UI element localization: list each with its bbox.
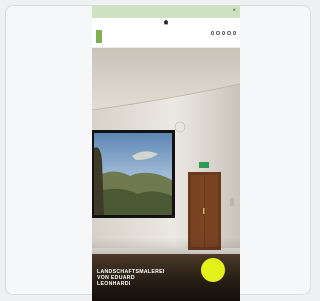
hero-title-line: LEONHARDI	[97, 281, 131, 287]
search-icon[interactable]	[210, 31, 214, 35]
mobile-page-preview: × LANDSCHAFTSMALEREI VON EDUARD LEONHARD…	[92, 5, 240, 301]
notice-banner: ×	[92, 5, 240, 18]
exhibition-badge[interactable]	[201, 258, 225, 282]
site-logo[interactable]	[96, 30, 120, 43]
site-header	[92, 27, 240, 48]
close-icon[interactable]: ×	[232, 7, 236, 15]
utility-icons	[210, 31, 236, 35]
globe-icon[interactable]	[227, 31, 231, 35]
cart-icon[interactable]	[221, 31, 225, 35]
logo-mark	[96, 30, 102, 43]
home-icon[interactable]	[163, 19, 169, 25]
user-icon[interactable]	[216, 31, 220, 35]
hero-section: LANDSCHAFTSMALEREI VON EDUARD LEONHARDI	[92, 48, 240, 301]
menu-icon[interactable]	[232, 31, 236, 35]
hero-title: LANDSCHAFTSMALEREI VON EDUARD LEONHARDI	[97, 269, 197, 287]
